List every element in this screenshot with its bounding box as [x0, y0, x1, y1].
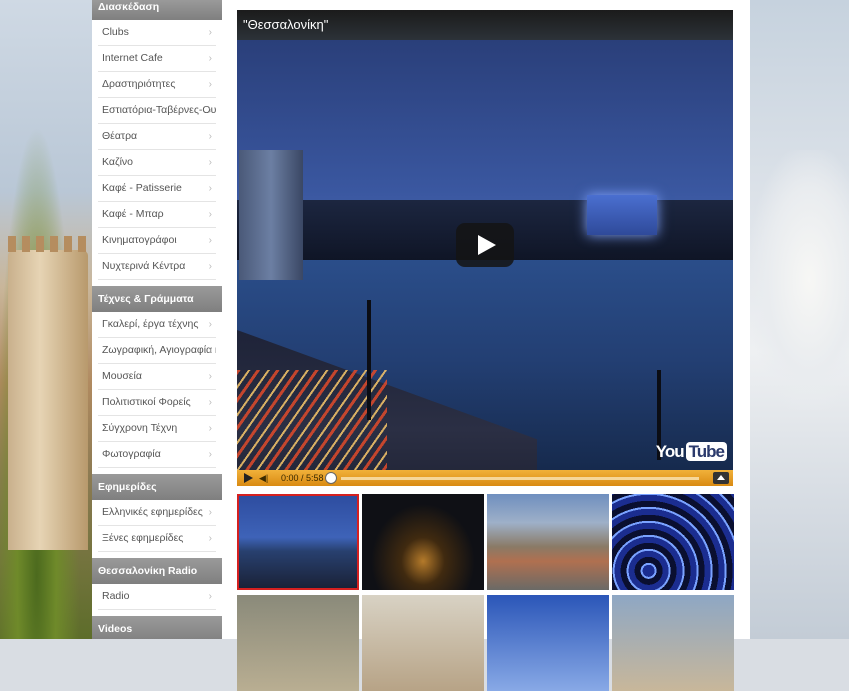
chevron-right-icon: ›: [208, 79, 212, 90]
sidebar-item-photography[interactable]: Φωτογραφία ›: [98, 442, 216, 468]
video-scene-traffic-lights: [237, 370, 387, 470]
arts-menu: Γκαλερί, έργα τέχνης › Ζωγραφική, Αγιογρα…: [92, 312, 222, 474]
video-thumbnail[interactable]: [612, 595, 734, 691]
seek-bar[interactable]: [341, 477, 699, 480]
newspapers-menu: Ελληνικές εφημερίδες › Ξένες εφημερίδες ›: [92, 500, 222, 558]
sidebar-item-museums[interactable]: Μουσεία ›: [98, 364, 216, 390]
sidebar-item-painting[interactable]: Ζωγραφική, Αγιογραφία κ.α›: [98, 338, 216, 364]
sidebar-item-label: Νυχτερινά Κέντρα: [102, 260, 186, 272]
section-header-videos: Videos: [92, 616, 222, 639]
video-thumbnail[interactable]: [362, 494, 484, 590]
chevron-right-icon: ›: [208, 53, 212, 64]
sidebar-item-contemporary-art[interactable]: Σύγχρονη Τέχνη ›: [98, 416, 216, 442]
chevron-right-icon: ›: [208, 423, 212, 434]
sidebar-item-label: Clubs: [102, 26, 129, 38]
video-thumbnail[interactable]: [487, 494, 609, 590]
volume-icon[interactable]: ◀|: [259, 470, 275, 486]
video-thumbnail[interactable]: [612, 494, 734, 590]
sidebar-item-label: Φωτογραφία: [102, 448, 161, 460]
time-display: 0:00 / 5:58: [281, 473, 324, 483]
sidebar-item-galleries[interactable]: Γκαλερί, έργα τέχνης ›: [98, 312, 216, 338]
chevron-right-icon: ›: [208, 105, 212, 116]
chevron-right-icon: ›: [208, 449, 212, 460]
chevron-right-icon: ›: [208, 533, 212, 544]
sidebar-item-label: Θέατρα: [102, 130, 138, 142]
sidebar-item-label: Σύγχρονη Τέχνη: [102, 422, 178, 434]
chevron-right-icon: ›: [208, 157, 212, 168]
chevron-right-icon: ›: [208, 345, 212, 356]
video-thumbnail[interactable]: [237, 494, 359, 590]
chevron-right-icon: ›: [208, 235, 212, 246]
chevron-right-icon: ›: [208, 319, 212, 330]
sidebar-item-label: Μουσεία: [102, 370, 142, 382]
sidebar-item-cafe-patisserie[interactable]: Καφέ - Patisserie ›: [98, 176, 216, 202]
sidebar-item-label: Καφέ - Patisserie: [102, 182, 182, 194]
radio-menu: Radio ›: [92, 584, 222, 616]
section-header-newspapers: Εφημερίδες: [92, 474, 222, 500]
sidebar-item-label: Καζίνο: [102, 156, 133, 168]
sidebar-item-nightclubs[interactable]: Νυχτερινά Κέντρα ›: [98, 254, 216, 280]
sidebar-item-clubs[interactable]: Clubs ›: [98, 20, 216, 46]
video-scene-lamp: [367, 300, 371, 420]
play-icon[interactable]: [241, 470, 255, 486]
sidebar-item-label: Γκαλερί, έργα τέχνης: [102, 318, 199, 330]
video-thumbnail[interactable]: [362, 595, 484, 691]
sidebar-item-label: Πολιτιστικοί Φορείς: [102, 396, 191, 408]
chevron-right-icon: ›: [208, 397, 212, 408]
sidebar-item-greek-newspapers[interactable]: Ελληνικές εφημερίδες ›: [98, 500, 216, 526]
video-title[interactable]: "Θεσσαλονίκη": [237, 10, 733, 40]
related-videos: [235, 492, 735, 691]
sidebar-item-restaurants[interactable]: Εστιατόρια-Ταβέρνες-Ουζερί›: [98, 98, 216, 124]
section-header-arts: Τέχνες & Γράμματα: [92, 286, 222, 312]
sidebar: Διασκέδαση Clubs › Internet Cafe › Δραστηρ…: [92, 0, 222, 639]
sidebar-item-activities[interactable]: Δραστηριότητες ›: [98, 72, 216, 98]
sidebar-item-label: Radio: [102, 590, 130, 602]
section-header-radio: Θεσσαλονίκη Radio: [92, 558, 222, 584]
sidebar-item-label: Κινηματογράφοι: [102, 234, 177, 246]
video-thumbnail[interactable]: [487, 595, 609, 691]
youtube-logo-tube: Tube: [685, 442, 727, 461]
sidebar-item-label: Ξένες εφημερίδες: [102, 532, 184, 544]
sidebar-item-theatres[interactable]: Θέατρα ›: [98, 124, 216, 150]
sidebar-item-cultural-bodies[interactable]: Πολιτιστικοί Φορείς ›: [98, 390, 216, 416]
sidebar-item-cinemas[interactable]: Κινηματογράφοι ›: [98, 228, 216, 254]
chevron-right-icon: ›: [208, 209, 212, 220]
background-right-painting: [750, 0, 849, 639]
video-scene-building: [587, 195, 657, 235]
chevron-right-icon: ›: [208, 131, 212, 142]
chevron-right-icon: ›: [208, 507, 212, 518]
sidebar-item-label: Εστιατόρια-Ταβέρνες-Ουζερί: [102, 104, 216, 116]
player-controls: ◀| 0:00 / 5:58: [237, 470, 733, 486]
white-tower-painting: [8, 236, 88, 550]
seek-handle[interactable]: [325, 472, 337, 484]
video-thumbnail[interactable]: [237, 595, 359, 691]
sidebar-item-internet-cafe[interactable]: Internet Cafe ›: [98, 46, 216, 72]
sidebar-item-foreign-newspapers[interactable]: Ξένες εφημερίδες ›: [98, 526, 216, 552]
play-button[interactable]: [456, 223, 514, 267]
sidebar-item-label: Ζωγραφική, Αγιογραφία κ.α: [102, 344, 216, 356]
chevron-right-icon: ›: [208, 27, 212, 38]
youtube-logo-you: You: [655, 442, 685, 461]
chevron-right-icon: ›: [208, 261, 212, 272]
video-scene-tower: [239, 150, 303, 280]
chevron-right-icon: ›: [208, 371, 212, 382]
sidebar-item-label: Ελληνικές εφημερίδες: [102, 506, 203, 518]
sidebar-item-casino[interactable]: Καζίνο ›: [98, 150, 216, 176]
sidebar-item-label: Καφέ - Μπαρ: [102, 208, 164, 220]
expand-icon[interactable]: [713, 472, 729, 484]
chevron-right-icon: ›: [208, 183, 212, 194]
sidebar-item-radio[interactable]: Radio ›: [98, 584, 216, 610]
chevron-right-icon: ›: [208, 591, 212, 602]
background-left-painting: [0, 0, 92, 639]
sidebar-item-label: Δραστηριότητες: [102, 78, 176, 90]
sidebar-item-label: Internet Cafe: [102, 52, 163, 64]
entertainment-menu: Clubs › Internet Cafe › Δραστηριότητες › Εσ…: [92, 20, 222, 286]
section-header-entertainment: Διασκέδαση: [92, 0, 222, 20]
video-frame[interactable]: You Tube: [237, 40, 733, 470]
sidebar-item-cafe-bar[interactable]: Καφέ - Μπαρ ›: [98, 202, 216, 228]
video-player[interactable]: "Θεσσαλονίκη" You Tube ◀| 0:00 / 5:58: [237, 10, 733, 486]
youtube-logo[interactable]: You Tube: [656, 442, 727, 462]
